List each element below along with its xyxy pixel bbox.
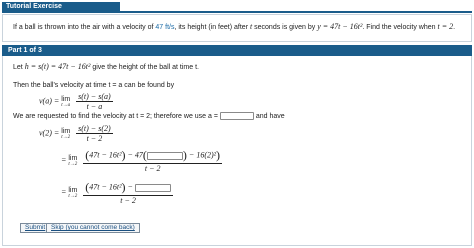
limit-operator-2: lim t→2	[61, 128, 70, 140]
lim-label: lim	[68, 154, 78, 162]
step5-input[interactable]	[146, 151, 183, 160]
step5-equals: =	[61, 155, 67, 165]
limit-operator-3: lim t→2	[68, 155, 77, 167]
step-4: v(2) = lim t→2 s(t) − s(2) t − 2	[39, 124, 115, 143]
step1-suffix: give the height of the ball at time t.	[92, 64, 199, 71]
lim-label: lim	[61, 95, 71, 103]
step6-den: t − 2	[120, 196, 136, 205]
step-1: Let h = s(t) = 47t − 16t² give the heigh…	[13, 62, 199, 71]
problem-text-1: If a ball is thrown into the air with a …	[13, 24, 156, 31]
step1-prefix: Let	[13, 64, 23, 71]
lim-label: lim	[68, 186, 78, 194]
step-5: = lim t→2 (47t − 16t²) − 47() − 16(2)²) t…	[61, 148, 224, 173]
skip-button[interactable]: Skip (you cannot come back)	[46, 223, 140, 233]
velocity-value: 47 ft/s	[155, 24, 175, 31]
step-2-text: Then the ball's velocity at time t = a c…	[13, 82, 174, 89]
problem-statement: If a ball is thrown into the air with a …	[2, 14, 472, 42]
step2-text: Then the ball's velocity at time t = a c…	[13, 82, 175, 89]
skip-label: Skip (you cannot come back)	[51, 224, 135, 231]
step2-lhs: v(a) =	[39, 96, 60, 106]
step-3: We are requested to find the velocity at…	[13, 112, 285, 120]
step-6: = lim t→2 (47t − 16t²) − t − 2	[61, 180, 175, 205]
step3-text: We are requested to find the velocity at…	[13, 112, 218, 120]
step2-den: t − a	[86, 102, 103, 111]
a-value-input[interactable]	[219, 112, 254, 120]
limit-operator: lim t→a	[61, 96, 70, 108]
step-2-formula: v(a) = lim t→a s(t) − s(a) t − a	[39, 92, 115, 111]
step5-num-b: − 47	[127, 150, 143, 160]
step5-fraction: (47t − 16t²) − 47() − 16(2)²) t − 2	[83, 148, 223, 173]
lim-label: lim	[61, 127, 71, 135]
lim-sub: t→a	[61, 102, 71, 108]
time-condition: t = 2	[437, 22, 454, 31]
part-title: Part 1 of 3	[8, 47, 42, 54]
step4-den: t − 2	[86, 134, 103, 143]
header-rule	[2, 11, 472, 13]
step4-fraction: s(t) − s(2) t − 2	[76, 124, 113, 143]
problem-text-2: , its height (in feet) after	[174, 24, 250, 31]
lim-sub: t→2	[61, 134, 71, 140]
height-equation: y = 47t − 16t²	[317, 22, 363, 31]
lim-sub: t→2	[68, 193, 78, 199]
step5-num-c: − 16(2)²	[188, 150, 217, 160]
part-header: Part 1 of 3	[2, 45, 472, 56]
problem-text-3: seconds is given by	[252, 24, 318, 31]
step2-fraction: s(t) − s(a) t − a	[76, 92, 113, 111]
tab-title: Tutorial Exercise	[6, 3, 62, 10]
problem-period: .	[453, 24, 456, 31]
limit-operator-4: lim t→2	[68, 187, 77, 199]
step4-num: s(t) − s(2)	[76, 124, 113, 134]
step5-num-a: 47t − 16t²	[89, 150, 122, 160]
step1-math: h = s(t) = 47t − 16t²	[24, 62, 91, 71]
problem-text-4: . Find the velocity when	[362, 24, 438, 31]
step6-num-b: −	[127, 182, 133, 192]
lim-sub: t→2	[68, 161, 78, 167]
submit-label: Submit	[25, 224, 46, 231]
step6-num-a: 47t − 16t²	[89, 182, 122, 192]
step6-equals: =	[61, 187, 67, 197]
step5-den: t − 2	[144, 164, 161, 173]
step6-fraction: (47t − 16t²) − t − 2	[83, 180, 173, 205]
step6-num: (47t − 16t²) −	[83, 180, 173, 196]
step2-num: s(t) − s(a)	[76, 92, 113, 102]
step4-lhs: v(2) =	[39, 128, 60, 138]
step3-suffix: and have	[255, 112, 285, 120]
step6-input[interactable]	[134, 183, 171, 192]
step5-num: (47t − 16t²) − 47() − 16(2)²)	[83, 148, 223, 164]
part-body: Let h = s(t) = 47t − 16t² give the heigh…	[2, 56, 472, 246]
